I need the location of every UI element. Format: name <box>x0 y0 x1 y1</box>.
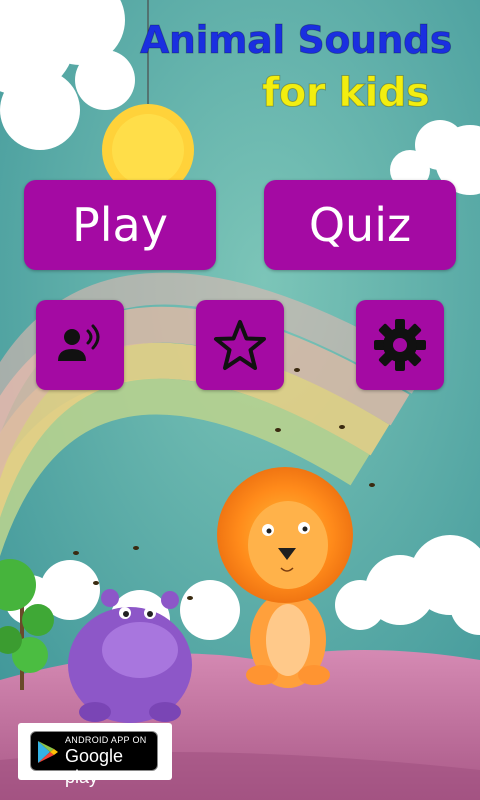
google-play-badge[interactable]: ANDROID APP ON Google play <box>18 723 172 787</box>
play-button[interactable]: Play <box>24 180 216 270</box>
gear-icon <box>374 319 426 371</box>
speaker-person-icon <box>58 324 100 361</box>
google-play-badge-inner: ANDROID APP ON Google play <box>30 731 158 787</box>
quiz-button[interactable]: Quiz <box>264 180 456 270</box>
star-icon <box>214 320 266 370</box>
favorites-button[interactable] <box>196 300 284 390</box>
settings-button[interactable] <box>356 300 444 390</box>
sounds-button[interactable] <box>36 300 124 390</box>
badge-store-name: Google play <box>65 746 124 787</box>
app-title: Animal Sounds <box>140 18 453 63</box>
badge-small-text: ANDROID APP ON <box>65 735 147 745</box>
app-subtitle: for kids <box>261 70 430 117</box>
quiz-label: Quiz <box>308 198 412 252</box>
play-label: Play <box>72 198 168 252</box>
background-illustration <box>0 0 480 800</box>
play-store-icon <box>38 741 58 763</box>
